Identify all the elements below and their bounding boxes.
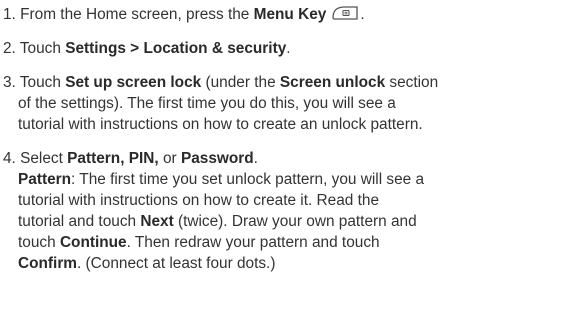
text-segment: (under the (201, 74, 280, 91)
text-segment: . (253, 150, 258, 167)
text-segment: . (360, 6, 365, 23)
instruction-step-4: 4. Select Pattern, PIN, or Password. Patt… (3, 148, 585, 274)
menu-key-icon (330, 5, 360, 21)
text-segment: touch (18, 234, 60, 251)
text-segment: : The first time you set unlock pattern,… (71, 171, 425, 188)
text-segment: 4. Select (3, 150, 68, 167)
ui-term: Menu Key (253, 6, 327, 23)
instruction-step-3: 3. Touch Set up screen lock (under the S… (3, 72, 585, 135)
text-segment: or (158, 150, 181, 167)
text-segment: tutorial and touch (18, 213, 141, 230)
text-segment: tutorial with instructions on how to cre… (18, 192, 380, 209)
step-line: Pattern: The first time you set unlock p… (3, 169, 585, 190)
step-line: 2. Touch Settings > Location & security. (3, 38, 585, 59)
step-line: 3. Touch Set up screen lock (under the S… (3, 72, 585, 93)
ui-term: Settings > Location & security (65, 40, 287, 57)
step-line: 4. Select Pattern, PIN, or Password. (3, 148, 585, 169)
text-segment: 3. Touch (3, 74, 66, 91)
step-line: tutorial with instructions on how to cre… (3, 114, 585, 135)
text-segment: section (385, 74, 439, 91)
text-segment: . (Connect at least four dots.) (77, 255, 276, 272)
step-line: touch Continue. Then redraw your pattern… (3, 232, 585, 253)
text-segment: 1. From the Home screen, press the (3, 6, 254, 23)
text-segment: . Then redraw your pattern and touch (126, 234, 380, 251)
text-segment: 2. Touch (3, 40, 66, 57)
step-line: 1. From the Home screen, press the Menu … (3, 4, 585, 25)
step-line: tutorial and touch Next (twice). Draw yo… (3, 211, 585, 232)
instruction-step-2: 2. Touch Settings > Location & security. (3, 38, 585, 59)
ui-term: Pattern, PIN, (67, 150, 159, 167)
text-segment: of the settings). The first time you do … (18, 95, 396, 112)
step-line: tutorial with instructions on how to cre… (3, 190, 585, 211)
ui-term: Screen unlock (279, 74, 386, 91)
text-segment: (twice). Draw your own pattern and (173, 213, 417, 230)
ui-term: Pattern (18, 171, 72, 188)
step-line: Confirm. (Connect at least four dots.) (3, 253, 585, 274)
ui-term: Continue (59, 234, 127, 251)
ui-term: Confirm (18, 255, 77, 272)
ui-term: Password (180, 150, 254, 167)
ui-term: Set up screen lock (65, 74, 202, 91)
instruction-step-1: 1. From the Home screen, press the Menu … (3, 4, 585, 25)
ui-term: Next (140, 213, 174, 230)
text-segment: . (286, 40, 291, 57)
step-line: of the settings). The first time you do … (3, 93, 585, 114)
instruction-document: 1. From the Home screen, press the Menu … (0, 0, 585, 310)
text-segment: tutorial with instructions on how to cre… (18, 116, 423, 133)
